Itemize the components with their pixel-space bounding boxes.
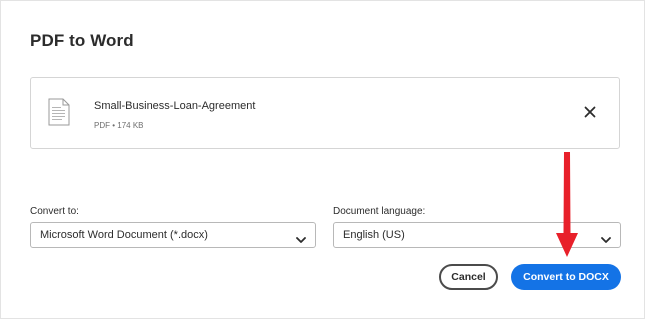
file-name: Small-Business-Loan-Agreement bbox=[94, 100, 256, 112]
cancel-button[interactable]: Cancel bbox=[439, 264, 498, 290]
convert-to-docx-button[interactable]: Convert to DOCX bbox=[511, 264, 621, 290]
convert-to-value: Microsoft Word Document (*.docx) bbox=[40, 229, 208, 241]
dialog-frame: PDF to Word Small-Business-Loan-Agreemen… bbox=[0, 0, 645, 319]
remove-file-button[interactable] bbox=[578, 102, 602, 126]
chevron-down-icon bbox=[601, 231, 611, 243]
file-card: Small-Business-Loan-Agreement PDF • 174 … bbox=[30, 77, 620, 149]
close-icon bbox=[584, 105, 596, 123]
pdf-file-icon bbox=[48, 98, 70, 126]
dialog-title: PDF to Word bbox=[30, 31, 134, 50]
chevron-down-icon bbox=[296, 231, 306, 243]
document-language-value: English (US) bbox=[343, 229, 405, 241]
file-meta: PDF • 174 KB bbox=[94, 121, 144, 130]
document-language-label: Document language: bbox=[333, 206, 426, 217]
document-language-select[interactable]: English (US) bbox=[333, 222, 621, 248]
convert-to-select[interactable]: Microsoft Word Document (*.docx) bbox=[30, 222, 316, 248]
convert-to-label: Convert to: bbox=[30, 206, 79, 217]
